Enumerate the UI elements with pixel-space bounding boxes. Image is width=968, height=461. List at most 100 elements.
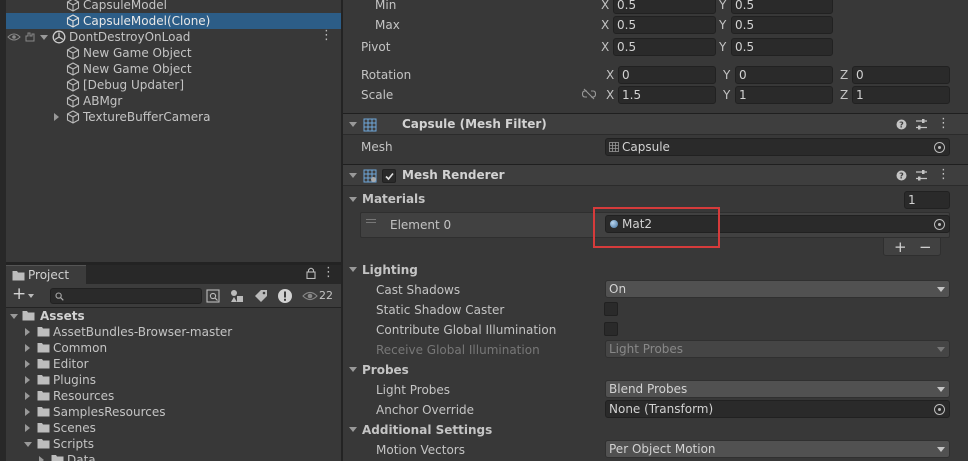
remove-element-button[interactable]: − bbox=[919, 238, 932, 256]
min-x-field[interactable]: 0.5 bbox=[613, 0, 716, 14]
project-folder-row[interactable]: Scripts bbox=[6, 436, 341, 452]
expand-arrow-icon[interactable] bbox=[25, 424, 30, 432]
mesh-renderer-header[interactable]: Mesh Renderer ? ⋮ bbox=[343, 164, 968, 186]
search-by-type-icon[interactable] bbox=[205, 288, 221, 304]
help-icon[interactable]: ? bbox=[896, 119, 907, 130]
max-y-field[interactable]: 0.5 bbox=[731, 16, 833, 34]
anchor-override-field[interactable]: None (Transform) bbox=[605, 400, 950, 418]
rotation-z-axis-label[interactable]: Z bbox=[840, 67, 848, 83]
hierarchy-item[interactable]: New Game Object bbox=[6, 45, 341, 61]
min-x-axis-label[interactable]: X bbox=[601, 0, 609, 13]
hierarchy-item[interactable]: [Debug Updater] bbox=[6, 77, 341, 93]
object-picker-icon[interactable] bbox=[934, 142, 945, 153]
project-folder-row[interactable]: Data bbox=[6, 452, 341, 461]
scale-y-field[interactable]: 1 bbox=[735, 86, 833, 104]
create-dropdown-button[interactable]: + bbox=[10, 284, 38, 305]
foldout-arrow-icon[interactable] bbox=[349, 122, 357, 127]
expand-arrow-icon[interactable] bbox=[25, 392, 30, 400]
warning-icon[interactable] bbox=[277, 288, 293, 304]
expand-arrow-icon[interactable] bbox=[25, 360, 30, 368]
cast-shadows-dropdown[interactable]: On bbox=[605, 280, 950, 298]
rotation-x-field[interactable]: 0 bbox=[618, 66, 716, 84]
presets-sliders-icon[interactable] bbox=[915, 169, 928, 182]
expand-arrow-icon[interactable] bbox=[54, 113, 59, 121]
project-folder-row[interactable]: Editor bbox=[6, 356, 341, 372]
additional-settings-label[interactable]: Additional Settings bbox=[362, 422, 492, 438]
object-picker-icon[interactable] bbox=[934, 219, 945, 230]
materials-foldout-arrow-icon[interactable] bbox=[349, 197, 357, 202]
additional-settings-foldout-arrow-icon[interactable] bbox=[349, 427, 357, 432]
scale-z-axis-label[interactable]: Z bbox=[840, 87, 848, 103]
pivot-y-axis-label[interactable]: Y bbox=[719, 39, 726, 55]
lighting-label[interactable]: Lighting bbox=[362, 262, 418, 278]
component-menu-icon[interactable]: ⋮ bbox=[937, 167, 950, 183]
max-x-field[interactable]: 0.5 bbox=[613, 16, 716, 34]
scale-z-field[interactable]: 1 bbox=[852, 86, 950, 104]
hierarchy-item[interactable]: CapsuleModel bbox=[6, 0, 341, 13]
lighting-foldout-arrow-icon[interactable] bbox=[349, 267, 357, 272]
foldout-arrow-icon[interactable] bbox=[349, 173, 357, 178]
more-options-icon[interactable]: ⋮ bbox=[320, 29, 333, 43]
probes-label[interactable]: Probes bbox=[362, 362, 409, 378]
help-icon[interactable]: ? bbox=[896, 170, 907, 181]
filter-by-label-icon[interactable] bbox=[253, 288, 269, 304]
min-y-axis-label[interactable]: Y bbox=[719, 0, 726, 13]
presets-sliders-icon[interactable] bbox=[915, 118, 928, 131]
expand-arrow-icon[interactable] bbox=[25, 408, 30, 416]
static-shadow-caster-checkbox[interactable] bbox=[604, 302, 618, 316]
project-folder-row[interactable]: AssetBundles-Browser-master bbox=[6, 324, 341, 340]
drag-handle-icon[interactable] bbox=[366, 219, 376, 220]
hierarchy-item[interactable]: TextureBufferCamera bbox=[6, 109, 341, 125]
project-folder-row[interactable]: Resources bbox=[6, 388, 341, 404]
scale-x-axis-label[interactable]: X bbox=[606, 87, 614, 103]
hierarchy-item[interactable]: ABMgr bbox=[6, 93, 341, 109]
rotation-y-axis-label[interactable]: Y bbox=[723, 67, 730, 83]
rotation-x-axis-label[interactable]: X bbox=[606, 67, 614, 83]
tab-project[interactable]: Project bbox=[6, 265, 86, 284]
add-element-button[interactable]: + bbox=[894, 238, 907, 256]
hierarchy-scene-row[interactable]: DontDestroyOnLoad ⋮ bbox=[6, 29, 341, 45]
expand-arrow-icon[interactable] bbox=[10, 314, 18, 319]
project-folder-row[interactable]: SamplesResources bbox=[6, 404, 341, 420]
object-picker-icon[interactable] bbox=[934, 404, 945, 415]
scale-x-field[interactable]: 1.5 bbox=[618, 86, 716, 104]
visibility-eye-icon[interactable] bbox=[7, 32, 21, 42]
filter-by-type-icon[interactable] bbox=[229, 288, 245, 304]
scale-y-axis-label[interactable]: Y bbox=[723, 87, 730, 103]
expand-arrow-icon[interactable] bbox=[24, 442, 32, 447]
materials-count-field[interactable]: 1 bbox=[904, 191, 950, 209]
mesh-filter-header[interactable]: Capsule (Mesh Filter) ? ⋮ bbox=[343, 113, 968, 135]
pivot-y-field[interactable]: 0.5 bbox=[731, 38, 833, 56]
expand-arrow-icon[interactable] bbox=[25, 376, 30, 384]
expand-arrow-icon[interactable] bbox=[25, 328, 30, 336]
motion-vectors-dropdown[interactable]: Per Object Motion bbox=[605, 440, 950, 458]
mesh-object-field[interactable]: Capsule bbox=[605, 138, 950, 156]
more-options-icon[interactable]: ⋮ bbox=[322, 265, 335, 281]
search-field[interactable] bbox=[50, 288, 202, 304]
rotation-z-field[interactable]: 0 bbox=[852, 66, 950, 84]
constrain-proportions-link-icon[interactable] bbox=[582, 88, 596, 100]
min-y-field[interactable]: 0.5 bbox=[731, 0, 833, 14]
hierarchy-item-selected[interactable]: CapsuleModel(Clone) bbox=[6, 13, 341, 29]
pivot-x-axis-label[interactable]: X bbox=[601, 39, 609, 55]
expand-arrow-icon[interactable] bbox=[25, 344, 30, 352]
materials-label[interactable]: Materials bbox=[362, 191, 425, 207]
project-folder-row[interactable]: Common bbox=[6, 340, 341, 356]
expand-arrow-icon[interactable] bbox=[40, 35, 48, 40]
lock-icon[interactable] bbox=[306, 267, 316, 282]
component-menu-icon[interactable]: ⋮ bbox=[937, 116, 950, 132]
mesh-renderer-enabled-checkbox[interactable] bbox=[382, 169, 396, 183]
hidden-packages-eye-icon[interactable] bbox=[302, 288, 318, 304]
expand-arrow-icon[interactable] bbox=[39, 456, 44, 461]
max-x-axis-label[interactable]: X bbox=[601, 17, 609, 33]
search-input[interactable] bbox=[67, 289, 197, 303]
hierarchy-item[interactable]: New Game Object bbox=[6, 61, 341, 77]
contribute-gi-checkbox[interactable] bbox=[604, 322, 618, 336]
pivot-x-field[interactable]: 0.5 bbox=[613, 38, 716, 56]
rotation-y-field[interactable]: 0 bbox=[735, 66, 833, 84]
light-probes-dropdown[interactable]: Blend Probes bbox=[605, 380, 950, 398]
project-folder-row[interactable]: Plugins bbox=[6, 372, 341, 388]
project-folder-row[interactable]: Assets bbox=[6, 308, 341, 324]
max-y-axis-label[interactable]: Y bbox=[719, 17, 726, 33]
project-folder-row[interactable]: Scenes bbox=[6, 420, 341, 436]
